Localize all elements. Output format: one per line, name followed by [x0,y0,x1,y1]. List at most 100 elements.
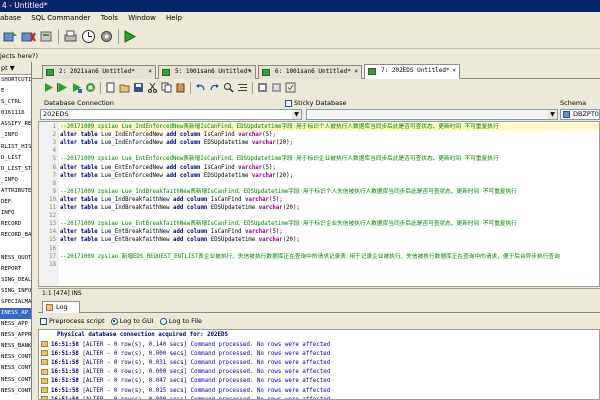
editor-tab-row: 2: 2021san6 Untitled* × 5: 1001san6 Unti… [32,63,600,79]
tab-7[interactable]: 7: 202EDS Untitled* × [364,64,460,79]
find-icon[interactable] [222,81,235,94]
log-entry: 16:51:58 [ALTER - 0 row(s), 0.140 secs] … [41,341,330,350]
object-list-item[interactable]: SING_DEAL [0,275,31,286]
close-icon[interactable]: × [452,65,456,77]
folder-icon [41,350,48,357]
menu-database[interactable]: abase [0,14,21,22]
code-line: alter table Lue_IndEnforcedNew add colum… [60,140,294,147]
object-list-item[interactable]: DEF [0,197,31,208]
tab-6[interactable]: 6: 1001san6 Untitled* × [258,65,362,79]
object-list-item[interactable]: NESS_CONT [0,363,31,374]
object-list-item[interactable]: RECORD [0,219,31,230]
object-list-item[interactable]: ATTRIBUTE [0,186,31,197]
new-file-icon[interactable] [104,81,117,94]
line-number: 11 [49,205,56,211]
connect-icon[interactable] [2,28,19,45]
execute-current-icon[interactable] [56,81,69,94]
object-list-item[interactable]: NESS_APP [0,319,31,330]
rollback-icon[interactable] [270,81,283,94]
schema-browser-panel: pt ▼ SHORTCUTI E S_CTRL 0161116 ASSIFY_RE _IN… [0,62,32,400]
log-to-gui-radio[interactable] [110,317,118,325]
object-list-item[interactable]: ASSIFY_RE [0,119,31,130]
menu-tools[interactable]: Tools [101,14,118,22]
log-entry: 16:51:58 [ALTER - 0 row(s), 0.000 secs] … [41,396,330,399]
log-message: Command processed. No rows were affected [190,378,331,385]
cut-icon[interactable] [146,81,159,94]
undo-icon[interactable] [194,81,207,94]
object-list-item[interactable]: NESS_QUOT [0,253,31,264]
object-list-item[interactable]: INFO [0,208,31,219]
object-list-item[interactable]: S_CTRL [0,97,31,108]
close-icon[interactable]: × [248,66,252,78]
stop-icon[interactable] [84,81,97,94]
code-line: alter table Lue_IndBreakfaithNew add col… [60,205,300,211]
menu-help[interactable]: Help [166,14,182,22]
preprocess-checkbox[interactable] [40,317,47,325]
close-icon[interactable]: × [354,66,358,78]
object-list-item[interactable]: NESS_BANK [0,341,31,352]
schema-value: DBZPT07 [573,110,599,118]
run-icon[interactable] [121,28,138,45]
schema-browser-header[interactable]: pt ▼ [0,62,31,75]
paste-icon[interactable] [174,81,187,94]
log-entry: 16:51:58 [ALTER - 0 row(s), 0.031 secs] … [41,359,330,368]
line-number: 14 [49,229,56,236]
object-list-item[interactable]: SHORTCUTI [0,75,31,86]
log-time: 16:51:58 [51,359,79,366]
sql-editor[interactable]: 1 2 3 4 5 6 7 8 9 10 11 12 13 14 15 16 17 18 --20171009 z… [38,121,600,287]
redo-icon[interactable] [208,81,221,94]
close-icon[interactable]: × [148,66,152,78]
object-list-item[interactable]: D_LIST_ST [0,164,31,175]
object-list-item[interactable]: D_LIST [0,153,31,164]
object-list-item[interactable]: NESS_CONT [0,386,31,397]
tab-log[interactable]: Log [42,301,80,313]
commit-icon[interactable] [256,81,269,94]
object-list-item[interactable]: SING_INFO [0,286,31,297]
database-connection-select[interactable]: 202EDS ▼ [40,109,302,120]
object-list-item[interactable] [0,241,31,252]
auto-commit-icon[interactable] [284,81,297,94]
reconnect-icon[interactable] [38,28,55,45]
log-to-file-radio[interactable] [159,317,167,325]
object-list-item[interactable]: 0161116 [0,108,31,119]
object-list-item[interactable]: INESS_AP [0,307,31,320]
object-list-item[interactable]: NESS_CONT [0,375,31,386]
sticky-database-select[interactable]: ▼ [306,109,558,120]
sql-editor-icon [262,69,270,76]
log-message: Command processed. No rows were affected [190,387,331,394]
copy-icon[interactable] [160,81,173,94]
object-list-item[interactable]: SPECIALMA [0,297,31,308]
object-list-item[interactable]: NESS_CONT [0,352,31,363]
format-icon[interactable] [236,81,249,94]
print-icon[interactable] [62,28,79,45]
preprocess-script-option[interactable]: Preprocess script [40,317,105,325]
sticky-database-checkbox[interactable] [285,99,292,107]
log-to-gui-option[interactable]: Log to GUI [110,317,154,325]
menu-window[interactable]: Window [128,14,156,22]
log-output[interactable]: Physical database connection acquired fo… [38,329,600,400]
tab-2[interactable]: 2: 2021san6 Untitled* × [42,65,156,79]
execute-icon[interactable] [42,81,55,94]
execute-explain-icon[interactable] [70,81,83,94]
sticky-database-toggle[interactable]: Sticky Database [285,99,347,108]
sql-editor-icon [368,68,376,75]
log-to-file-option[interactable]: Log to File [159,317,202,325]
clock-icon[interactable] [80,28,97,45]
object-list-item[interactable]: RECORD_BA [0,230,31,241]
code-line: alter table Lue_EntBreakfaithNew add col… [60,229,283,236]
object-list-item[interactable]: NESS_APPR [0,330,31,341]
object-list-item[interactable]: RLIST_HIS [0,142,31,153]
object-list-item[interactable]: _INFO [0,175,31,186]
save-icon[interactable] [132,81,145,94]
menu-sql-commander[interactable]: SQL Commander [31,14,90,22]
disconnect-icon[interactable] [20,28,37,45]
settings-icon[interactable] [98,28,115,45]
object-list-item[interactable]: REPORT [0,264,31,275]
sticky-database-label: Sticky Database [294,99,347,107]
code-comment-line: --20171009 zpsiao Lue_IndEnforcedNew表新增I… [60,123,599,132]
open-file-icon[interactable] [118,81,131,94]
object-list-item[interactable]: E [0,86,31,97]
object-list-item[interactable]: _INFO [0,130,31,141]
schema-select[interactable]: DBZPT07 [560,109,600,120]
tab-5[interactable]: 5: 1001san6 Untitled* × [158,65,256,79]
